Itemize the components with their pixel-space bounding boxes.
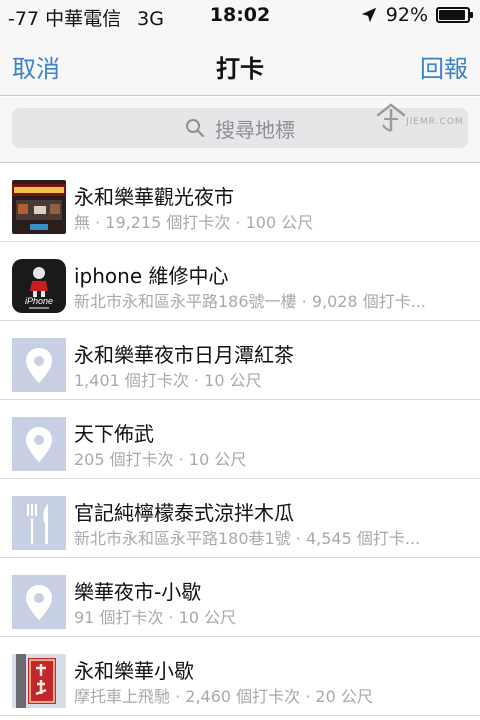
place-row[interactable]: 永和樂華觀光夜市無 · 19,215 個打卡次 · 100 公尺	[0, 163, 480, 242]
night-market-photo	[12, 180, 66, 234]
place-name: 永和樂華小歇	[74, 659, 194, 683]
iphone-repair-logo: iPhone	[12, 259, 66, 313]
place-detail: 新北市永和區永平路186號一樓 · 9,028 個打卡...	[74, 292, 426, 311]
place-name: 永和樂華觀光夜市	[74, 185, 234, 209]
status-bar: -77 中華電信 3G 18:02 92%	[0, 0, 480, 32]
page-title: 打卡	[216, 55, 264, 83]
search-placeholder: 搜尋地標	[215, 117, 295, 142]
place-name: iphone 維修中心	[74, 264, 229, 288]
svg-text:iPhone: iPhone	[25, 296, 53, 306]
place-row[interactable]: iPhone iphone 維修中心新北市永和區永平路186號一樓 · 9,028…	[0, 242, 480, 321]
report-button[interactable]: 回報	[420, 49, 468, 84]
watermark-text: JIEMR.COM	[406, 117, 464, 127]
fork-knife-icon	[12, 496, 66, 550]
location-arrow-icon	[361, 7, 376, 23]
battery-level	[439, 10, 465, 20]
battery-icon	[436, 7, 473, 23]
place-list: 永和樂華觀光夜市無 · 19,215 個打卡次 · 100 公尺 iPhone ip…	[0, 163, 480, 716]
place-detail: 新北市永和區永平路180巷1號 · 4,545 個打卡...	[74, 529, 421, 548]
place-detail: 1,401 個打卡次 · 10 公尺	[74, 371, 262, 390]
search-icon	[186, 119, 205, 138]
place-detail: 無 · 19,215 個打卡次 · 100 公尺	[74, 213, 314, 232]
watermark: JIEMR.COM	[374, 99, 466, 137]
shop-sign-photo	[12, 654, 66, 708]
location-pin-icon	[12, 575, 66, 629]
place-name: 天下佈武	[74, 422, 154, 446]
watermark-logo-icon	[376, 103, 406, 132]
place-row[interactable]: 官記純檸檬泰式涼拌木瓜新北市永和區永平路180巷1號 · 4,545 個打卡..…	[0, 479, 480, 558]
place-row[interactable]: 永和樂華小歇摩托車上飛馳 · 2,460 個打卡次 · 20 公尺	[0, 637, 480, 716]
place-detail: 205 個打卡次 · 10 公尺	[74, 450, 247, 469]
place-row[interactable]: 天下佈武 205 個打卡次 · 10 公尺	[0, 400, 480, 479]
place-name: 永和樂華夜市日月潭紅茶	[74, 343, 294, 367]
place-detail: 91 個打卡次 · 10 公尺	[74, 608, 237, 627]
place-row[interactable]: 永和樂華夜市日月潭紅茶 1,401 個打卡次 · 10 公尺	[0, 321, 480, 400]
place-row[interactable]: 樂華夜市-小歇 91 個打卡次 · 10 公尺	[0, 558, 480, 637]
place-name: 樂華夜市-小歇	[74, 580, 202, 604]
place-name: 官記純檸檬泰式涼拌木瓜	[74, 501, 294, 525]
place-detail: 摩托車上飛馳 · 2,460 個打卡次 · 20 公尺	[74, 687, 373, 706]
battery-percent: 92%	[385, 4, 428, 26]
location-pin-icon	[12, 417, 66, 471]
status-right: 92%	[360, 4, 473, 26]
search-area: 搜尋地標 JIEMR.COM	[0, 97, 480, 163]
location-pin-icon	[12, 338, 66, 392]
nav-bar: 取消 打卡 回報	[0, 32, 480, 96]
